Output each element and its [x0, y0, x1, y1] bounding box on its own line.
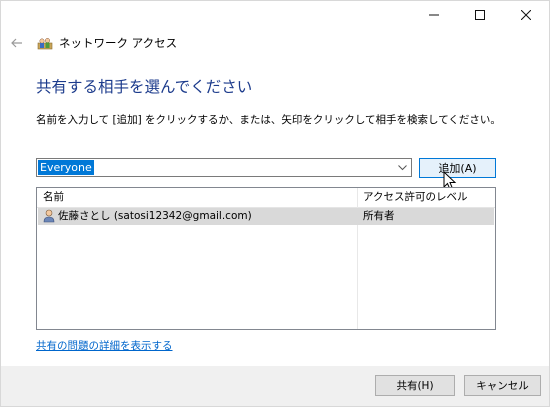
- maximize-icon[interactable]: [457, 1, 503, 29]
- back-arrow-icon[interactable]: [9, 35, 25, 51]
- column-header-permission[interactable]: アクセス許可のレベル: [363, 188, 467, 207]
- minimize-icon[interactable]: [411, 1, 457, 29]
- window-controls: [411, 1, 549, 29]
- row-user-name: 佐藤さとし (satosi12342@gmail.com): [58, 210, 252, 222]
- row-permission-level[interactable]: 所有者: [363, 208, 395, 225]
- share-list[interactable]: 名前 アクセス許可のレベル 佐藤さとし (satosi12342@gmail.c…: [36, 187, 496, 330]
- combo-input-value[interactable]: Everyone: [38, 160, 94, 175]
- user-combo-box[interactable]: Everyone: [36, 158, 412, 177]
- instruction-text: 名前を入力して [追加] をクリックするか、または、矢印をクリックして相手を検索…: [36, 114, 501, 126]
- list-row-owner[interactable]: 佐藤さとし (satosi12342@gmail.com) 所有者: [38, 208, 494, 225]
- network-access-dialog: ネットワーク アクセス 共有する相手を選んでください 名前を入力して [追加] …: [0, 0, 550, 407]
- dialog-footer: 共有(H) キャンセル: [1, 366, 549, 406]
- column-header-name[interactable]: 名前: [43, 188, 64, 207]
- dialog-title: ネットワーク アクセス: [59, 36, 178, 50]
- list-header: 名前 アクセス許可のレベル: [37, 188, 495, 208]
- add-button[interactable]: 追加(A): [419, 158, 496, 178]
- page-heading: 共有する相手を選んでください: [36, 78, 253, 96]
- network-users-icon: [37, 35, 53, 51]
- sharing-problems-link[interactable]: 共有の問題の詳細を表示する: [36, 338, 173, 353]
- cancel-button[interactable]: キャンセル: [464, 375, 541, 396]
- close-icon[interactable]: [503, 1, 549, 29]
- dialog-header: ネットワーク アクセス: [9, 33, 177, 53]
- share-button[interactable]: 共有(H): [375, 375, 455, 396]
- user-icon: [43, 209, 55, 223]
- chevron-down-icon[interactable]: [395, 159, 409, 176]
